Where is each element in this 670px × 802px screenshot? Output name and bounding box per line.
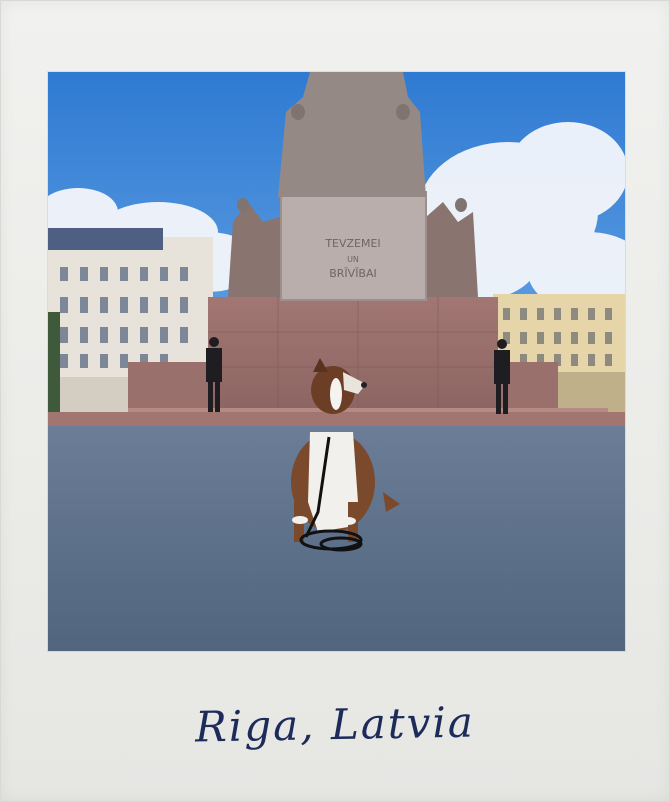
polaroid-frame: TEVZEMEI UN BRĪVĪBAI Riga, Latvia bbox=[0, 0, 670, 802]
monument-inscription-line: BRĪVĪBAI bbox=[329, 267, 377, 280]
monument-inscription-line: UN bbox=[347, 255, 359, 264]
caption: Riga, Latvia bbox=[194, 697, 476, 752]
photo-scene: TEVZEMEI UN BRĪVĪBAI bbox=[48, 72, 625, 651]
monument-inscription-line: TEVZEMEI bbox=[324, 237, 380, 250]
photo: TEVZEMEI UN BRĪVĪBAI bbox=[48, 72, 625, 651]
